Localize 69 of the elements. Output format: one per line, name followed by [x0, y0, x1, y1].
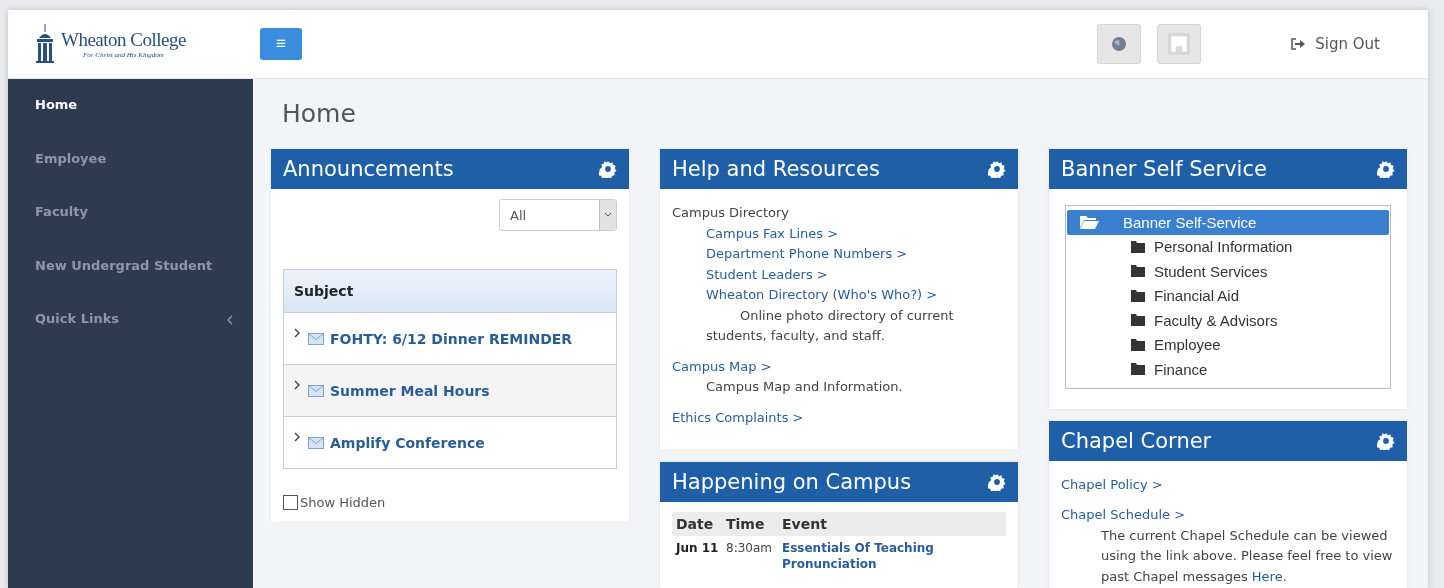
expand-chevron-icon[interactable] — [294, 432, 300, 442]
expand-chevron-icon[interactable] — [294, 380, 300, 390]
sign-out-button[interactable]: Sign Out — [1287, 31, 1384, 57]
column-header: Time — [726, 516, 766, 532]
college-name: Wheaton College — [61, 29, 186, 51]
caret-icon — [604, 212, 612, 218]
folder-icon — [1130, 362, 1146, 377]
column-header: Event — [782, 516, 828, 532]
show-hidden-checkbox[interactable]: Show Hidden — [283, 495, 617, 510]
folder-icon — [1130, 264, 1146, 279]
page-title: Home — [282, 99, 357, 128]
description-text: Online photo directory of current students, faculty, and staff. — [705, 306, 955, 345]
folder-icon — [1130, 288, 1146, 303]
time-cell-text: 8:30am — [726, 540, 773, 557]
gear-icon[interactable] — [988, 473, 1006, 491]
panel-title: Announcements — [283, 157, 454, 181]
resource-link[interactable]: Campus Fax Lines > — [706, 225, 839, 241]
resource-link[interactable]: Student Leaders > — [706, 266, 828, 282]
sidebar-item[interactable]: Employee — [8, 140, 253, 194]
sign-out-icon — [1291, 38, 1306, 50]
tree-node[interactable]: Finance — [1066, 357, 1390, 382]
panel-title: Chapel Corner — [1061, 428, 1212, 453]
tree-node[interactable]: Employee — [1066, 332, 1390, 357]
tree-node[interactable]: Student Services — [1066, 259, 1390, 284]
folder-icon — [1130, 337, 1146, 352]
sidebar-item[interactable]: New Undergrad Student — [8, 247, 253, 301]
here-link[interactable]: Here — [1251, 568, 1283, 584]
envelope-icon — [308, 436, 324, 449]
envelope-icon — [308, 384, 324, 397]
expand-chevron-icon[interactable] — [294, 328, 300, 338]
column-header: Subject — [284, 270, 616, 312]
filter-dropdown[interactable]: All — [499, 199, 617, 231]
panel-title: Help and Resources — [672, 157, 880, 181]
panel-title: Banner Self Service — [1061, 157, 1267, 181]
folder-icon — [1130, 239, 1146, 254]
resource-link[interactable]: Wheaton Directory (Who's Who?) > — [706, 287, 938, 302]
section-heading: Campus Directory — [672, 204, 791, 222]
column-header: Date — [676, 516, 715, 532]
sidebar-item[interactable]: Quick Links — [8, 301, 253, 355]
sidebar-item[interactable]: Home — [8, 87, 253, 141]
chapel-link[interactable]: Chapel Schedule > — [1061, 507, 1186, 522]
sidebar-item[interactable]: Faculty — [8, 194, 253, 248]
gear-icon[interactable] — [1377, 160, 1395, 178]
resource-link[interactable]: Department Phone Numbers > — [706, 246, 908, 261]
description-text: The current Chapel Schedule can be viewed using the link above. Please feel free to view past Chapel messages Here. — [1100, 526, 1394, 586]
event-link[interactable]: Essentials Of Teaching Pronunciation — [782, 540, 1002, 572]
description-text: Campus Map and Information. — [705, 378, 904, 396]
panel-title: Happening on Campus — [672, 470, 912, 494]
tower-logo-icon — [33, 24, 57, 64]
globe-icon — [1111, 36, 1128, 52]
date-cell-text: Jun 11 — [676, 540, 720, 557]
gear-icon[interactable] — [1377, 431, 1395, 450]
resource-link[interactable]: Campus Map > — [672, 358, 772, 374]
tree-node[interactable]: Personal Information — [1066, 234, 1390, 259]
folder-icon — [1130, 313, 1146, 328]
announcement-link[interactable]: Amplify Conference — [308, 434, 485, 451]
announcement-link[interactable]: FOHTY: 6/12 Dinner REMINDER — [308, 330, 573, 347]
gear-icon[interactable] — [599, 160, 617, 178]
resource-link[interactable]: Ethics Complaints > — [672, 409, 804, 425]
chapel-link[interactable]: Chapel Policy > — [1061, 476, 1163, 492]
globe-button[interactable] — [1097, 24, 1142, 64]
gear-icon[interactable] — [988, 160, 1006, 178]
user-silhouette-icon — [1168, 33, 1191, 55]
open-folder-icon — [1079, 214, 1099, 231]
envelope-icon — [308, 332, 324, 345]
tree-node[interactable]: Faculty & Advisors — [1066, 308, 1390, 333]
announcement-link[interactable]: Summer Meal Hours — [308, 382, 490, 399]
tree-node[interactable]: Financial Aid — [1066, 283, 1390, 308]
tree-node[interactable]: Banner Self-Service — [1067, 210, 1389, 235]
